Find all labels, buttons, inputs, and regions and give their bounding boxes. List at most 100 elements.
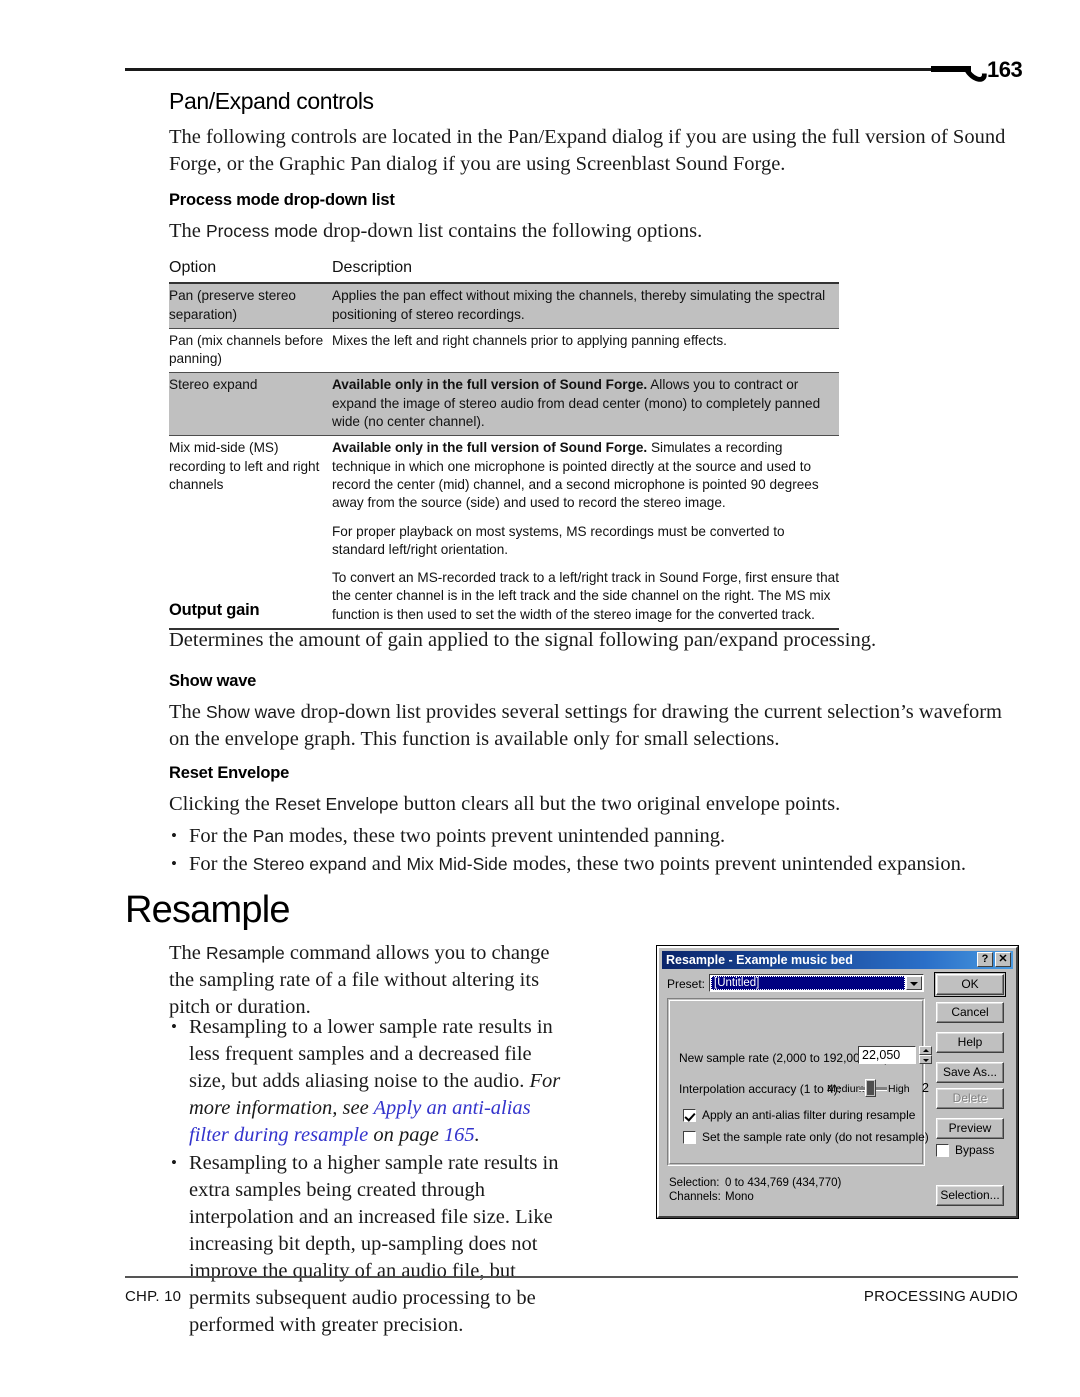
text-pre: Clicking the	[169, 793, 275, 815]
slider-thumb-grip	[867, 1081, 874, 1095]
selection-row: Selection: 0 to 434,769 (434,770)	[669, 1176, 841, 1190]
table-head: Option Description	[169, 258, 839, 285]
ui-term-show-wave: Show wave	[206, 702, 296, 722]
ui-term-reset-envelope: Reset Envelope	[274, 794, 399, 814]
ui-term-stereo-expand: Stereo expand	[252, 854, 367, 874]
dialog-titlebar[interactable]: Resample - Example music bed ? ✕	[662, 951, 1013, 969]
dialog-status-info: Selection: 0 to 434,769 (434,770) Channel…	[669, 1176, 841, 1204]
new-sample-rate-input[interactable]: 22,050	[858, 1046, 916, 1064]
cell-option: Pan (mix channels before panning)	[169, 328, 332, 374]
preset-dropdown[interactable]: [Untitled]	[709, 974, 924, 992]
ui-term-resample: Resample	[206, 943, 285, 963]
close-icon[interactable]: ✕	[995, 952, 1011, 967]
delete-button: Delete	[936, 1088, 1004, 1109]
reset-envelope-bullet-list: For the Pan modes, these two points prev…	[169, 822, 1019, 879]
cell-description: Available only in the full version of So…	[332, 435, 839, 631]
cell-description: Applies the pan effect without mixing th…	[332, 283, 839, 329]
paragraph-show-wave: The Show wave drop-down list provides se…	[169, 699, 1022, 753]
paragraph-reset-envelope: Clicking the Reset Envelope button clear…	[169, 791, 989, 818]
description-paragraph: Available only in the full version of So…	[332, 439, 839, 512]
list-item: Resampling to a higher sample rate resul…	[169, 1149, 569, 1339]
table-row: Stereo expand Available only in the full…	[169, 372, 839, 437]
cell-description: Available only in the full version of So…	[332, 372, 839, 437]
paragraph-process-mode-intro: The Process mode drop-down list contains…	[169, 218, 869, 245]
description-paragraph: Available only in the full version of So…	[332, 376, 839, 431]
help-button[interactable]: Help	[936, 1032, 1004, 1053]
dialog-title: Resample - Example music bed	[666, 953, 853, 967]
text-post: button clears all but the two original e…	[398, 793, 841, 815]
cancel-button[interactable]: Cancel	[936, 1002, 1004, 1023]
text-post: modes, these two points prevent unintend…	[507, 853, 966, 875]
interpolation-accuracy-label: Interpolation accuracy (1 to 4):	[679, 1082, 842, 1096]
text-pre: For the	[189, 825, 253, 847]
bypass-checkbox-row[interactable]: Bypass	[936, 1143, 994, 1157]
help-icon[interactable]: ?	[977, 952, 993, 967]
description-emphasis: Available only in the full version of So…	[332, 377, 648, 393]
heading-pan-expand-controls: Pan/Expand controls	[169, 88, 374, 114]
checkbox-unchecked-icon[interactable]	[936, 1143, 949, 1157]
page-header: 163	[125, 53, 1023, 92]
description-paragraph: Mixes the left and right channels prior …	[332, 332, 727, 348]
text-pre: For the	[189, 853, 253, 875]
page-number: 163	[987, 57, 1023, 82]
preview-button[interactable]: Preview	[936, 1118, 1004, 1139]
slider-thumb[interactable]	[865, 1079, 876, 1097]
list-item: For the Pan modes, these two points prev…	[169, 822, 1019, 850]
description-paragraph: To convert an MS-recorded track to a lef…	[332, 570, 839, 622]
heading-reset-envelope: Reset Envelope	[169, 764, 290, 782]
description-paragraph: For proper playback on most systems, MS …	[332, 523, 785, 557]
footer-chapter: CHP. 10	[125, 1288, 182, 1305]
heading-process-mode: Process mode drop-down list	[169, 191, 395, 209]
preset-label: Preset:	[667, 977, 706, 991]
rateonly-checkbox-label: Set the sample rate only (do not resampl…	[702, 1130, 929, 1144]
paragraph-pan-expand-intro: The following controls are located in th…	[169, 126, 1006, 175]
text-post: drop-down list contains the following op…	[317, 220, 703, 242]
channels-label: Channels:	[669, 1191, 721, 1203]
footer-rule	[125, 1276, 1018, 1278]
bypass-checkbox-label: Bypass	[955, 1143, 995, 1157]
text-period: .	[474, 1124, 480, 1146]
antialias-checkbox-label: Apply an anti-alias filter during resamp…	[702, 1108, 916, 1122]
list-item: Resampling to a lower sample rate result…	[169, 1013, 569, 1149]
ui-term-pan: Pan	[252, 826, 284, 846]
table-row: Mix mid-side (MS) recording to left and …	[169, 435, 839, 631]
heading-show-wave: Show wave	[169, 672, 257, 690]
rateonly-checkbox-row[interactable]: Set the sample rate only (do not resampl…	[683, 1130, 929, 1144]
titlebar-buttons: ? ✕	[977, 952, 1011, 967]
cell-option: Stereo expand	[169, 372, 332, 437]
table-body: Pan (preserve stereo separation) Applies…	[169, 283, 839, 631]
slider-max-label: High	[888, 1083, 910, 1095]
header-rule	[125, 68, 933, 71]
text-pre: Resampling to a lower sample rate result…	[189, 1016, 553, 1092]
ui-term-mix-mid-side: Mix Mid-Side	[406, 854, 508, 874]
ok-button[interactable]: OK	[934, 972, 1006, 997]
ui-term-process-mode: Process mode	[206, 221, 318, 241]
text-pre: The	[169, 942, 206, 964]
text-italic: on page	[368, 1124, 444, 1146]
paragraph-resample-intro: The Resample command allows you to chang…	[169, 940, 561, 1021]
preset-selected-value: [Untitled]	[711, 976, 905, 990]
table-header-row: Option Description	[169, 258, 839, 285]
selection-button[interactable]: Selection...	[936, 1185, 1004, 1206]
text-pre: The	[169, 220, 206, 242]
resample-bullet-list: Resampling to a lower sample rate result…	[169, 1013, 569, 1340]
spinner-down-icon[interactable]	[919, 1055, 932, 1064]
selection-value: 0 to 434,769 (434,770)	[725, 1177, 842, 1189]
process-mode-options-table: Option Description Pan (preserve stereo …	[169, 258, 839, 631]
cross-reference-page[interactable]: 165	[444, 1124, 475, 1146]
save-as-button[interactable]: Save As...	[936, 1062, 1004, 1083]
checkbox-checked-icon[interactable]	[683, 1108, 696, 1122]
cell-description: Mixes the left and right channels prior …	[332, 328, 839, 374]
channels-row: Channels: Mono	[669, 1190, 841, 1204]
spinner-up-icon[interactable]	[919, 1046, 932, 1055]
text-post: modes, these two points prevent unintend…	[283, 825, 726, 847]
selection-label: Selection:	[669, 1177, 720, 1189]
cell-option: Pan (preserve stereo separation)	[169, 283, 332, 329]
antialias-checkbox-row[interactable]: Apply an anti-alias filter during resamp…	[683, 1108, 915, 1122]
heading-resample: Resample	[125, 889, 290, 931]
resample-dialog: Resample - Example music bed ? ✕ Preset:…	[657, 946, 1018, 1218]
chevron-down-icon[interactable]	[906, 976, 922, 990]
sample-rate-spinner[interactable]	[919, 1046, 932, 1064]
checkbox-unchecked-icon[interactable]	[683, 1130, 696, 1144]
footer-section: PROCESSING AUDIO	[863, 1288, 1018, 1305]
